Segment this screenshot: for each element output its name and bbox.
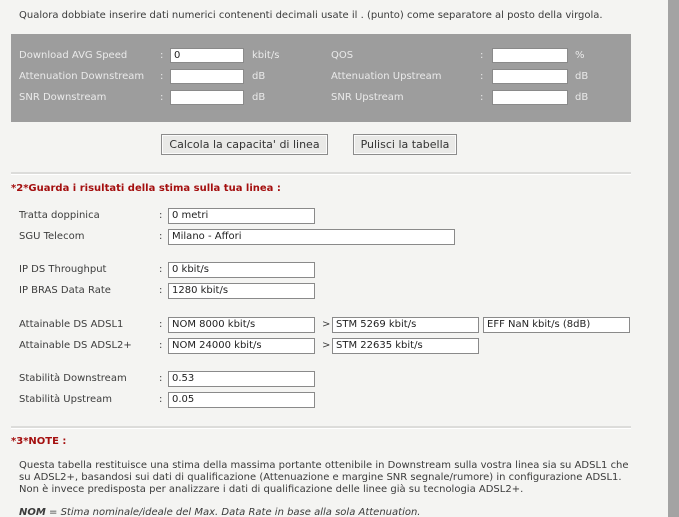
colon: : [160, 92, 164, 103]
colon: : [159, 231, 163, 242]
adsl2-stm-field[interactable]: STM 22635 kbit/s [332, 338, 479, 354]
adsl2-nom-field[interactable]: NOM 24000 kbit/s [168, 338, 315, 354]
divider [11, 172, 631, 175]
sgu-label: SGU Telecom [19, 231, 85, 242]
ip-ds-field[interactable]: 0 kbit/s [168, 262, 315, 278]
snr-down-label: SNR Downstream [19, 92, 107, 103]
intro-text: Qualora dobbiate inserire dati numerici … [19, 10, 603, 21]
colon: : [480, 92, 484, 103]
nom-definition: NOM = Stima nominale/ideale del Max. Dat… [19, 507, 420, 517]
colon: : [480, 71, 484, 82]
adsl1-nom-field[interactable]: NOM 8000 kbit/s [168, 317, 315, 333]
colon: : [480, 50, 484, 61]
divider [11, 426, 631, 429]
atten-down-input[interactable] [170, 69, 244, 84]
qos-input[interactable] [492, 48, 568, 63]
nom-definition-text: = Stima nominale/ideale del Max. Data Ra… [45, 507, 421, 517]
page-content: Qualora dobbiate inserire dati numerici … [0, 0, 668, 517]
colon: : [160, 50, 164, 61]
snr-down-unit: dB [252, 92, 266, 103]
stab-up-field[interactable]: 0.05 [168, 392, 315, 408]
nom-term: NOM [19, 507, 46, 517]
atten-down-label: Attenuation Downstream [19, 71, 145, 82]
atten-up-input[interactable] [492, 69, 568, 84]
colon: : [159, 319, 163, 330]
download-avg-unit: kbit/s [252, 50, 280, 61]
stab-up-label: Stabilità Upstream [19, 394, 113, 405]
atten-up-label: Attenuation Upstream [331, 71, 442, 82]
section-3-title: *3*NOTE : [11, 436, 67, 447]
notes-paragraph: Questa tabella restituisce una stima del… [19, 460, 629, 495]
input-panel: Download AVG Speed : 0 kbit/s QOS : % At… [11, 34, 631, 122]
qos-unit: % [575, 50, 585, 61]
calculate-button[interactable]: Calcola la capacita' di linea [161, 134, 328, 155]
ip-bras-label: IP BRAS Data Rate [19, 285, 111, 296]
section-2-title: *2*Guarda i risultati della stima sulla … [11, 183, 281, 194]
colon: : [159, 285, 163, 296]
colon: : [159, 210, 163, 221]
colon: : [159, 340, 163, 351]
snr-up-input[interactable] [492, 90, 568, 105]
download-avg-label: Download AVG Speed [19, 50, 128, 61]
adsl2-label: Attainable DS ADSL2+ [19, 340, 132, 351]
adsl1-eff-field[interactable]: EFF NaN kbit/s (8dB) [483, 317, 630, 333]
stab-down-label: Stabilità Downstream [19, 373, 127, 384]
tratta-label: Tratta doppinica [19, 210, 100, 221]
colon: : [159, 264, 163, 275]
sgu-field[interactable]: Milano - Affori [168, 229, 455, 245]
tratta-field[interactable]: 0 metri [168, 208, 315, 224]
clear-table-button[interactable]: Pulisci la tabella [353, 134, 457, 155]
colon: : [160, 71, 164, 82]
ip-bras-field[interactable]: 1280 kbit/s [168, 283, 315, 299]
colon: : [159, 394, 163, 405]
adsl1-label: Attainable DS ADSL1 [19, 319, 124, 330]
colon: : [159, 373, 163, 384]
adsl1-stm-field[interactable]: STM 5269 kbit/s [332, 317, 479, 333]
stab-down-field[interactable]: 0.53 [168, 371, 315, 387]
snr-down-input[interactable] [170, 90, 244, 105]
qos-label: QOS [331, 50, 354, 61]
snr-up-unit: dB [575, 92, 589, 103]
greater-than: > [322, 340, 331, 351]
greater-than: > [322, 319, 331, 330]
atten-up-unit: dB [575, 71, 589, 82]
snr-up-label: SNR Upstream [331, 92, 404, 103]
download-avg-input[interactable]: 0 [170, 48, 244, 63]
ip-ds-label: IP DS Throughput [19, 264, 107, 275]
atten-down-unit: dB [252, 71, 266, 82]
